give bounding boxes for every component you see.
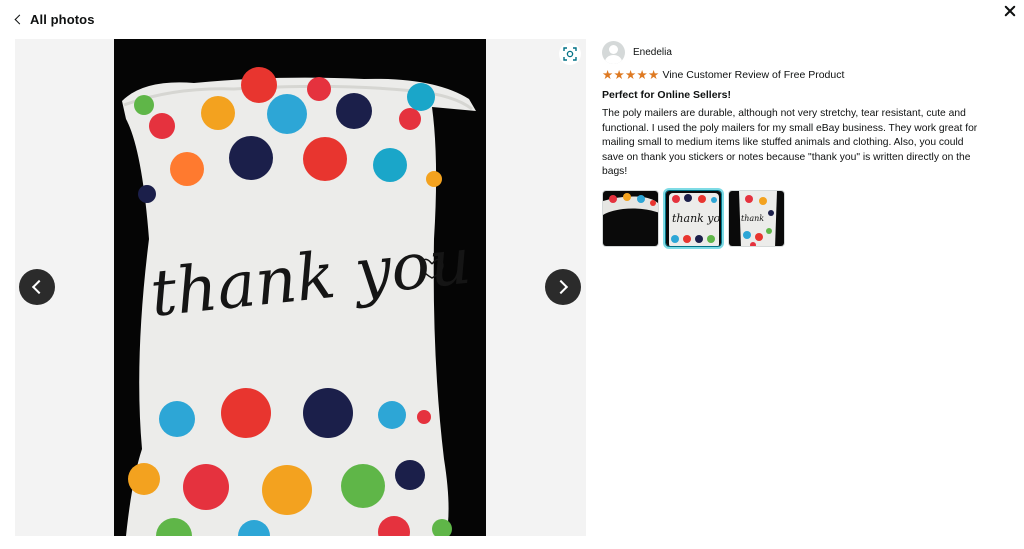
close-icon[interactable] [1002, 3, 1018, 19]
expand-icon[interactable] [559, 43, 581, 65]
reviewer: Enedelia [602, 40, 982, 64]
previous-photo-button[interactable] [19, 269, 55, 305]
thumbnail-2[interactable]: thank you [663, 187, 724, 249]
star-icon: ★ [648, 68, 660, 82]
photo-viewer: thank you [15, 39, 586, 536]
chevron-left-icon [31, 279, 47, 295]
star-rating: ★ ★ ★ ★ ★ [602, 68, 660, 82]
thumbnail-3[interactable]: thank [728, 189, 785, 247]
review-photo: thank you [114, 39, 486, 536]
review-panel: Enedelia ★ ★ ★ ★ ★ Vine Customer Review … [602, 40, 982, 249]
svg-text:thank: thank [741, 214, 764, 223]
back-link-label: All photos [30, 11, 95, 27]
thumbnail-1[interactable] [602, 189, 659, 247]
chevron-left-icon [14, 14, 25, 24]
star-icon: ★ [602, 68, 614, 82]
next-photo-button[interactable] [545, 269, 581, 305]
rating-row: ★ ★ ★ ★ ★ Vine Customer Review of Free P… [602, 68, 982, 82]
chevron-right-icon [553, 279, 569, 295]
review-thumbnails: thank you thank [602, 187, 982, 249]
svg-text:thank you: thank you [672, 212, 722, 225]
reviewer-name: Enedelia [633, 46, 672, 58]
star-icon: ★ [613, 68, 625, 82]
star-icon: ★ [636, 68, 648, 82]
review-body: The poly mailers are durable, although n… [602, 108, 978, 177]
star-icon: ★ [625, 68, 637, 82]
all-photos-back-link[interactable]: All photos [12, 10, 95, 28]
vine-badge: Vine Customer Review of Free Product [662, 69, 845, 81]
avatar [602, 40, 625, 64]
review-title: Perfect for Online Sellers! [602, 89, 731, 101]
